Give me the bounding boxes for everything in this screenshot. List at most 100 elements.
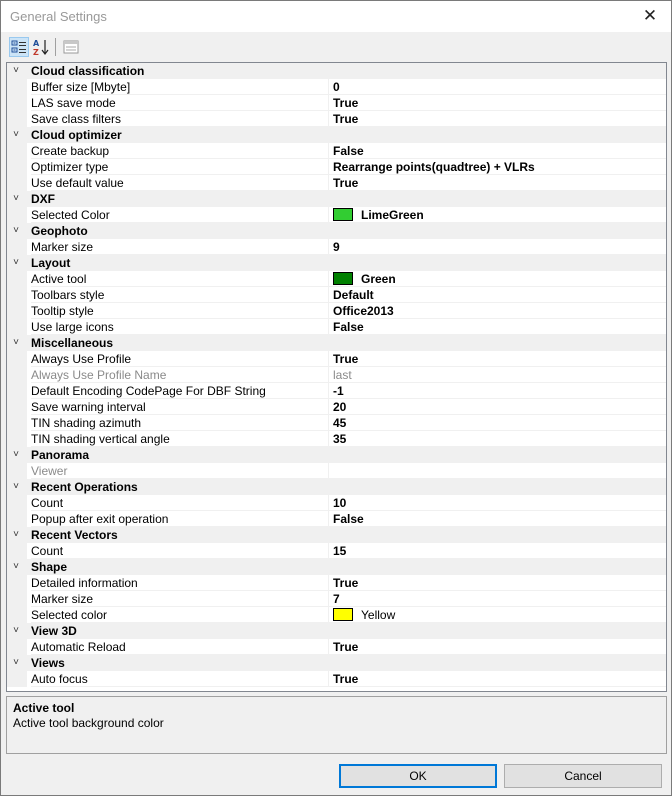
property-grid[interactable]: ˅ Cloud classification Buffer size [Mbyte]… xyxy=(6,62,667,692)
row-margin xyxy=(7,463,27,479)
collapse-chevron-icon[interactable]: ˅ xyxy=(9,127,23,143)
property-name: Tooltip style xyxy=(31,303,328,319)
property-value[interactable]: Yellow xyxy=(329,607,666,623)
category-row[interactable]: ˅ View 3D xyxy=(7,623,666,639)
property-value[interactable]: True xyxy=(329,111,666,127)
row-margin xyxy=(7,319,27,335)
collapse-chevron-icon[interactable]: ˅ xyxy=(9,447,23,463)
title-bar: General Settings ✕ xyxy=(1,1,671,32)
property-row[interactable]: Always Use Profile True xyxy=(7,351,666,367)
category-row[interactable]: ˅ Cloud optimizer xyxy=(7,127,666,143)
property-value[interactable]: 7 xyxy=(329,591,666,607)
property-row[interactable]: Use large icons False xyxy=(7,319,666,335)
property-row[interactable]: TIN shading azimuth 45 xyxy=(7,415,666,431)
property-value[interactable]: True xyxy=(329,175,666,191)
property-value[interactable]: True xyxy=(329,351,666,367)
property-value[interactable]: -1 xyxy=(329,383,666,399)
property-row[interactable]: Save warning interval 20 xyxy=(7,399,666,415)
property-row[interactable]: Selected Color LimeGreen xyxy=(7,207,666,223)
category-row[interactable]: ˅ Geophoto xyxy=(7,223,666,239)
property-name: Marker size xyxy=(31,239,328,255)
category-row[interactable]: ˅ Cloud classification xyxy=(7,63,666,79)
close-icon[interactable]: ✕ xyxy=(641,7,659,25)
property-row[interactable]: Save class filters True xyxy=(7,111,666,127)
property-pages-button[interactable] xyxy=(61,37,81,57)
property-row[interactable]: Count 15 xyxy=(7,543,666,559)
property-value[interactable]: Default xyxy=(329,287,666,303)
property-value[interactable] xyxy=(329,463,666,479)
category-row[interactable]: ˅ Miscellaneous xyxy=(7,335,666,351)
property-row[interactable]: Default Encoding CodePage For DBF String… xyxy=(7,383,666,399)
property-row[interactable]: Buffer size [Mbyte] 0 xyxy=(7,79,666,95)
property-row[interactable]: Optimizer type Rearrange points(quadtree)… xyxy=(7,159,666,175)
row-margin xyxy=(7,575,27,591)
collapse-chevron-icon[interactable]: ˅ xyxy=(9,335,23,351)
property-row[interactable]: Always Use Profile Name last xyxy=(7,367,666,383)
property-value[interactable]: Green xyxy=(329,271,666,287)
alphabetical-view-button[interactable]: A Z xyxy=(31,37,51,57)
property-value[interactable]: 45 xyxy=(329,415,666,431)
collapse-chevron-icon[interactable]: ˅ xyxy=(9,191,23,207)
category-row[interactable]: ˅ DXF xyxy=(7,191,666,207)
row-margin xyxy=(7,111,27,127)
category-row[interactable]: ˅ Recent Vectors xyxy=(7,527,666,543)
categorized-view-button[interactable] xyxy=(9,37,29,57)
category-label: Panorama xyxy=(31,448,90,462)
property-row[interactable]: Use default value True xyxy=(7,175,666,191)
property-value[interactable]: 0 xyxy=(329,79,666,95)
collapse-chevron-icon[interactable]: ˅ xyxy=(9,255,23,271)
property-row[interactable]: Viewer xyxy=(7,463,666,479)
property-name: Save class filters xyxy=(31,111,328,127)
property-value[interactable]: 15 xyxy=(329,543,666,559)
property-row[interactable]: Marker size 7 xyxy=(7,591,666,607)
category-row[interactable]: ˅ Shape xyxy=(7,559,666,575)
collapse-chevron-icon[interactable]: ˅ xyxy=(9,655,23,671)
collapse-chevron-icon[interactable]: ˅ xyxy=(9,623,23,639)
row-margin xyxy=(7,175,27,191)
category-label: DXF xyxy=(31,192,55,206)
property-value[interactable]: True xyxy=(329,671,666,687)
property-value[interactable]: 9 xyxy=(329,239,666,255)
ok-button[interactable]: OK xyxy=(339,764,497,788)
property-row[interactable]: Automatic Reload True xyxy=(7,639,666,655)
collapse-chevron-icon[interactable]: ˅ xyxy=(9,479,23,495)
cancel-button[interactable]: Cancel xyxy=(504,764,662,788)
property-row[interactable]: Create backup False xyxy=(7,143,666,159)
property-value[interactable]: True xyxy=(329,95,666,111)
property-row[interactable]: LAS save mode True xyxy=(7,95,666,111)
property-value[interactable]: False xyxy=(329,143,666,159)
collapse-chevron-icon[interactable]: ˅ xyxy=(9,63,23,79)
property-row[interactable]: Marker size 9 xyxy=(7,239,666,255)
property-row[interactable]: Auto focus True xyxy=(7,671,666,687)
property-value[interactable]: LimeGreen xyxy=(329,207,666,223)
row-margin xyxy=(7,287,27,303)
property-value[interactable]: 10 xyxy=(329,495,666,511)
property-name: Active tool xyxy=(31,271,328,287)
collapse-chevron-icon[interactable]: ˅ xyxy=(9,527,23,543)
property-value[interactable]: 35 xyxy=(329,431,666,447)
category-row[interactable]: ˅ Layout xyxy=(7,255,666,271)
category-row[interactable]: ˅ Views xyxy=(7,655,666,671)
property-value[interactable]: True xyxy=(329,639,666,655)
property-row[interactable]: Tooltip style Office2013 xyxy=(7,303,666,319)
property-value[interactable]: Office2013 xyxy=(329,303,666,319)
collapse-chevron-icon[interactable]: ˅ xyxy=(9,223,23,239)
property-value[interactable]: last xyxy=(329,367,666,383)
collapse-chevron-icon[interactable]: ˅ xyxy=(9,559,23,575)
property-row[interactable]: Toolbars style Default xyxy=(7,287,666,303)
property-row[interactable]: Active tool Green xyxy=(7,271,666,287)
property-row[interactable]: Popup after exit operation False xyxy=(7,511,666,527)
property-row[interactable]: Count 10 xyxy=(7,495,666,511)
category-row[interactable]: ˅ Recent Operations xyxy=(7,479,666,495)
category-row[interactable]: ˅ Panorama xyxy=(7,447,666,463)
property-value[interactable]: False xyxy=(329,319,666,335)
property-row[interactable]: TIN shading vertical angle 35 xyxy=(7,431,666,447)
property-name: Count xyxy=(31,543,328,559)
row-margin xyxy=(7,431,27,447)
property-value[interactable]: 20 xyxy=(329,399,666,415)
property-value[interactable]: False xyxy=(329,511,666,527)
property-value[interactable]: True xyxy=(329,575,666,591)
property-row[interactable]: Selected color Yellow xyxy=(7,607,666,623)
property-value[interactable]: Rearrange points(quadtree) + VLRs xyxy=(329,159,666,175)
property-row[interactable]: Detailed information True xyxy=(7,575,666,591)
